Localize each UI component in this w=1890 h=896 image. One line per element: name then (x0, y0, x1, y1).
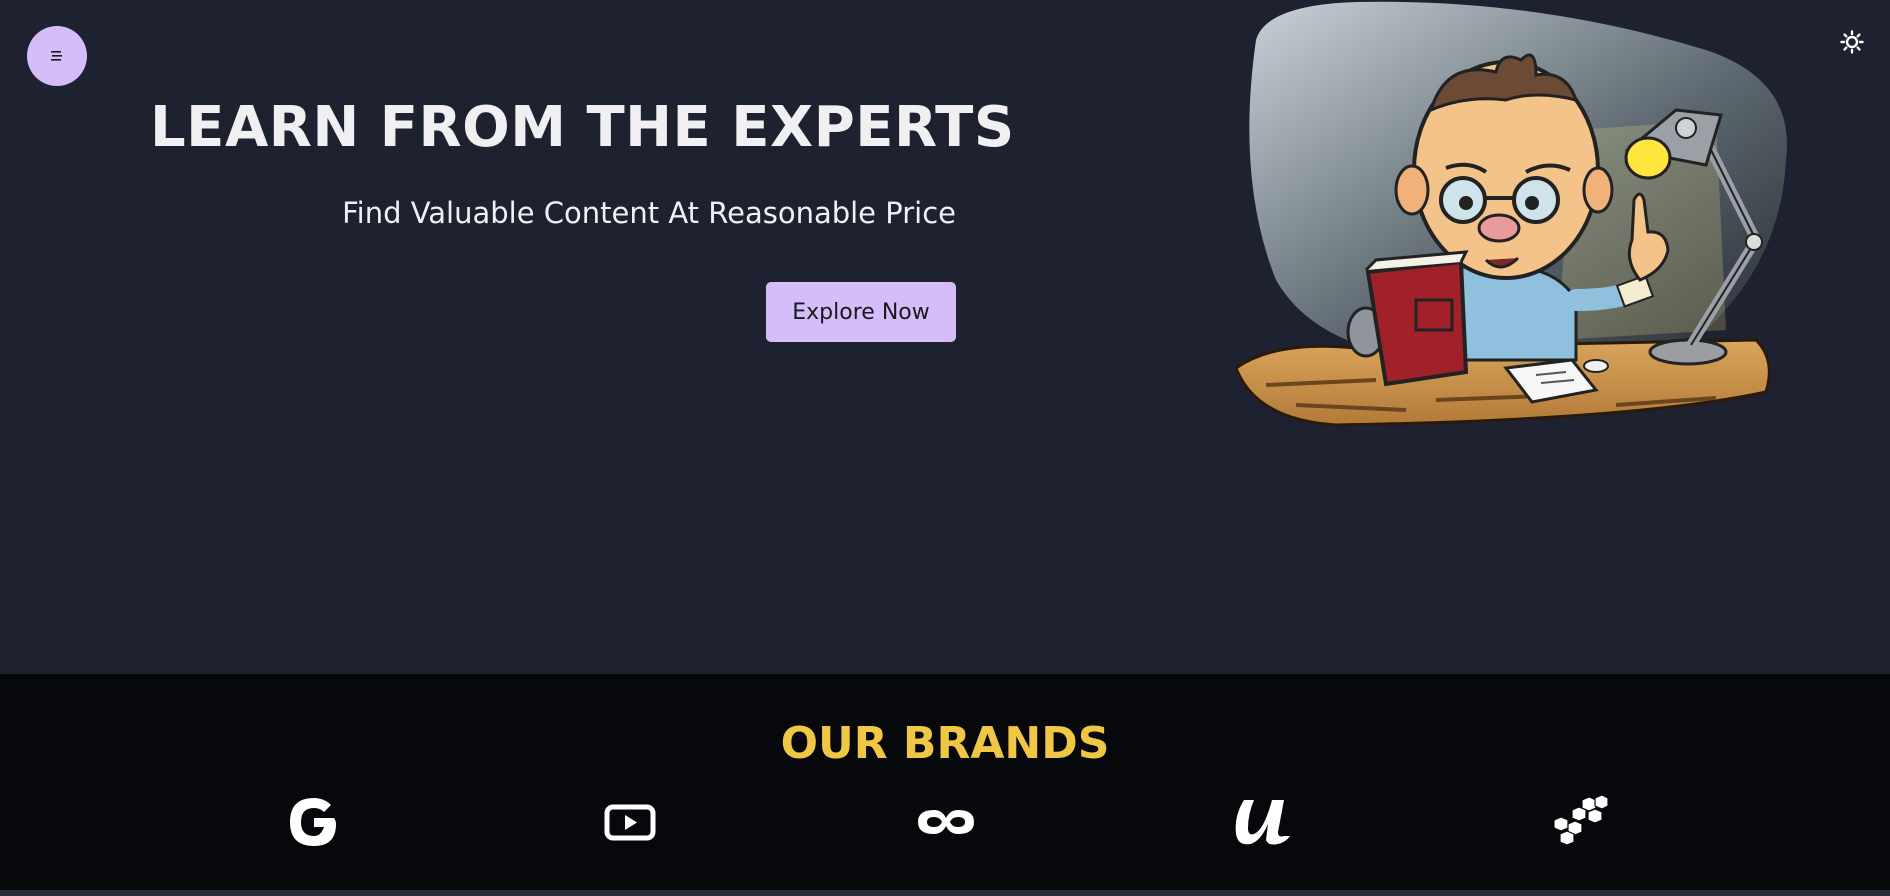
google-icon (290, 798, 336, 846)
brand-item-cubes[interactable] (1546, 790, 1610, 854)
menu-button[interactable] (27, 26, 87, 86)
youtube-icon (604, 804, 656, 841)
infinity-icon (918, 810, 974, 834)
hero-illustration (1236, 1, 1787, 427)
bottom-strip (0, 890, 1890, 896)
brand-item-udemy[interactable] (1230, 790, 1294, 854)
theme-toggle-button[interactable] (1838, 28, 1866, 56)
brand-item-youtube[interactable] (598, 790, 662, 854)
hero-title: LEARN FROM THE EXPERTS (150, 95, 1015, 160)
hero-section: LEARN FROM THE EXPERTS Find Valuable Con… (0, 0, 1890, 674)
hamburger-menu-icon (51, 51, 62, 61)
udemy-icon (1235, 800, 1290, 845)
brands-section: OUR BRANDS (0, 674, 1890, 890)
brands-title: OUR BRANDS (780, 718, 1110, 769)
hero-subtitle: Find Valuable Content At Reasonable Pric… (342, 196, 956, 230)
sun-icon (1840, 30, 1864, 54)
hero-text: LEARN FROM THE EXPERTS Find Valuable Con… (150, 95, 1015, 230)
cubes-icon (1553, 794, 1608, 846)
brand-item-infinity[interactable] (914, 790, 978, 854)
brand-item-google[interactable] (282, 790, 346, 854)
explore-now-button[interactable]: Explore Now (766, 282, 956, 342)
